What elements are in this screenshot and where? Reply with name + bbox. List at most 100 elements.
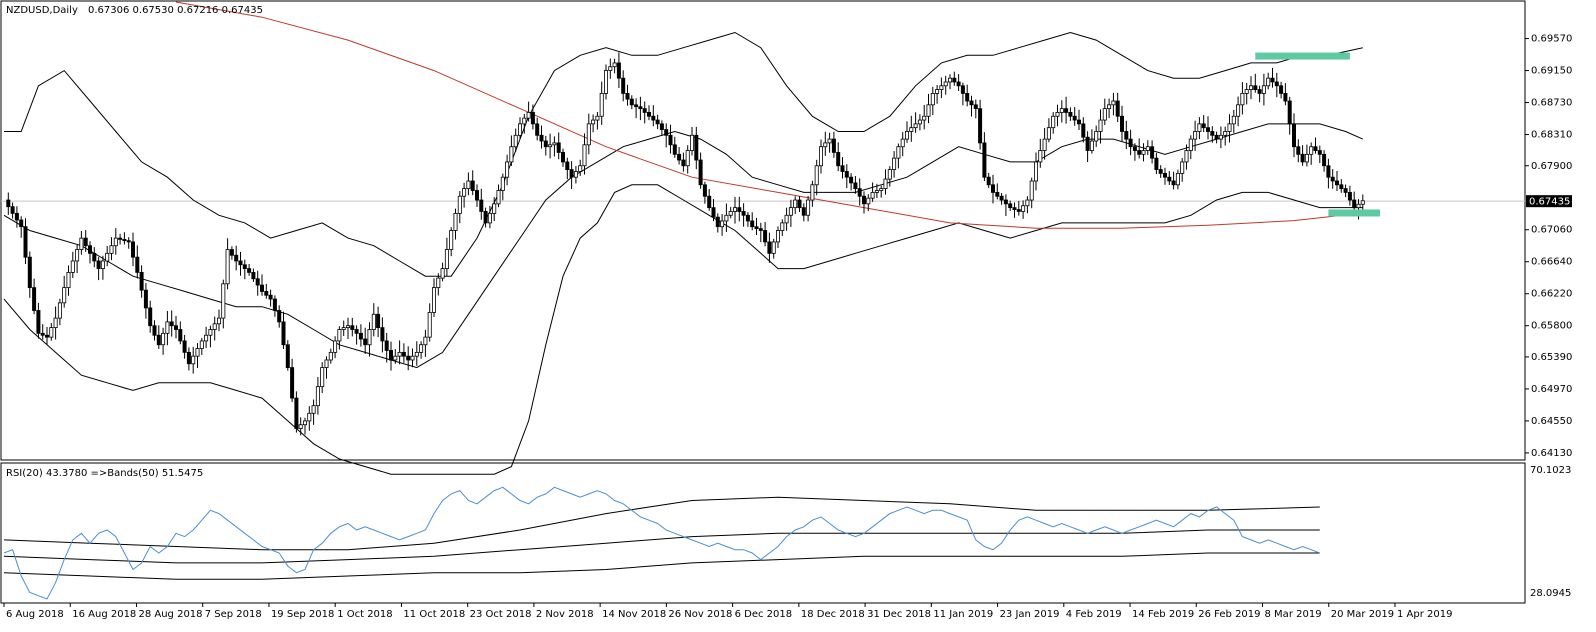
candle-bear [737, 207, 742, 212]
candle-bear [561, 152, 566, 163]
candle-bull [1111, 100, 1116, 106]
candle-bear [1128, 138, 1133, 148]
candle-bear [277, 310, 282, 323]
candle-bear [406, 355, 411, 361]
candle-bull [771, 241, 776, 254]
rsi-top-label: 70.1023 [1530, 465, 1571, 476]
candle-bull [591, 119, 596, 125]
candle-bear [27, 256, 32, 289]
candle-bull [457, 195, 462, 214]
candle-bull [367, 329, 372, 346]
candle-bull [427, 311, 432, 338]
x-tick-label: 18 Dec 2018 [801, 609, 865, 620]
candle-bull [449, 230, 454, 250]
candle-bull [612, 62, 617, 68]
candle-bear [1012, 207, 1017, 210]
candle-bear [849, 176, 854, 184]
candle-bear [952, 77, 957, 83]
candle-bull [419, 344, 424, 353]
candle-bull [930, 93, 935, 106]
y-tick-label: 0.64970 [1531, 384, 1572, 395]
candle-bull [431, 287, 436, 313]
candle-bear [995, 192, 1000, 197]
candle-bear [14, 212, 19, 221]
candle-bear [672, 144, 677, 155]
x-tick-label: 28 Aug 2018 [138, 609, 202, 620]
candle-bull [315, 386, 320, 407]
candle-bull [221, 283, 226, 319]
candle-bear [1279, 85, 1284, 94]
candle-bull [935, 89, 940, 94]
main-panel-frame [0, 0, 1526, 461]
candle-bull [599, 93, 604, 117]
rsi-header: RSI(20) 43.3780 =>Bands(50) 51.5475 [6, 468, 203, 479]
y-tick-label: 0.67060 [1531, 225, 1572, 236]
candle-bear [991, 184, 996, 193]
x-tick-label: 11 Jan 2019 [933, 609, 993, 620]
candle-bear [1016, 209, 1021, 212]
candle-bear [1347, 192, 1352, 201]
candle-bear [285, 344, 290, 369]
candle-bull [733, 207, 738, 212]
rsi-bottom-label: 28.0945 [1530, 588, 1571, 599]
candle-bear [1167, 176, 1172, 182]
y-tick-label: 0.68310 [1531, 130, 1572, 141]
candle-bull [105, 252, 110, 262]
candle-bear [1132, 146, 1137, 151]
candle-bear [32, 287, 37, 311]
candle-bear [659, 123, 664, 130]
candle-bull [1034, 161, 1039, 182]
candle-bull [1184, 150, 1189, 163]
candle-bear [152, 325, 157, 336]
candle-bear [853, 182, 858, 190]
candle-bear [1292, 123, 1297, 148]
candle-bear [1120, 115, 1125, 132]
candle-bear [36, 310, 41, 334]
candle-bear [1137, 150, 1142, 155]
candle-bear [543, 140, 548, 148]
candle-bull [1021, 205, 1026, 212]
candle-bear [655, 119, 660, 125]
rsi-band-mid [3, 529, 1320, 564]
candle-bull [410, 355, 415, 361]
candle-bear [401, 351, 406, 357]
candle-bull [1188, 138, 1193, 151]
candle-bull [487, 212, 492, 224]
candle-bear [1287, 100, 1292, 125]
candle-bull [874, 190, 879, 193]
candle-bull [1055, 112, 1060, 117]
candle-bear [479, 199, 484, 212]
y-tick-label: 0.64550 [1531, 416, 1572, 427]
candle-bear [139, 271, 144, 291]
x-tick-label: 14 Feb 2019 [1132, 609, 1194, 620]
candle-bear [10, 206, 15, 214]
x-tick-label: 6 Dec 2018 [735, 609, 793, 620]
candle-bull [75, 249, 80, 262]
candle-bear [694, 134, 699, 161]
candle-bull [1107, 104, 1112, 110]
candle-bear [1081, 123, 1086, 138]
candle-bull [320, 367, 325, 388]
candle-bull [113, 237, 118, 247]
candle-bull [1244, 89, 1249, 94]
candle-bull [100, 260, 105, 269]
candle-bear [840, 165, 845, 172]
candle-bull [393, 355, 398, 361]
candle-bull [79, 237, 84, 250]
candle-bull [453, 212, 458, 231]
candle-bear [642, 108, 647, 113]
candle-bull [1029, 180, 1034, 201]
candle-bear [45, 334, 50, 338]
candle-bear [1214, 134, 1219, 140]
y-tick-label: 0.66220 [1531, 289, 1572, 300]
candle-bear [363, 338, 368, 346]
chart-root: 0.67435 0.69570 0.69150 0.68730 0.68310 0.67… [0, 0, 1596, 629]
candle-bear [1343, 188, 1348, 193]
candle-bear [1253, 85, 1258, 90]
candle-bull [302, 420, 307, 426]
rsi-band-upper [3, 496, 1320, 551]
candle-bear [242, 264, 247, 269]
candle-bear [530, 112, 535, 125]
rsi-band-lower [3, 552, 1320, 580]
candle-bear [763, 230, 768, 243]
